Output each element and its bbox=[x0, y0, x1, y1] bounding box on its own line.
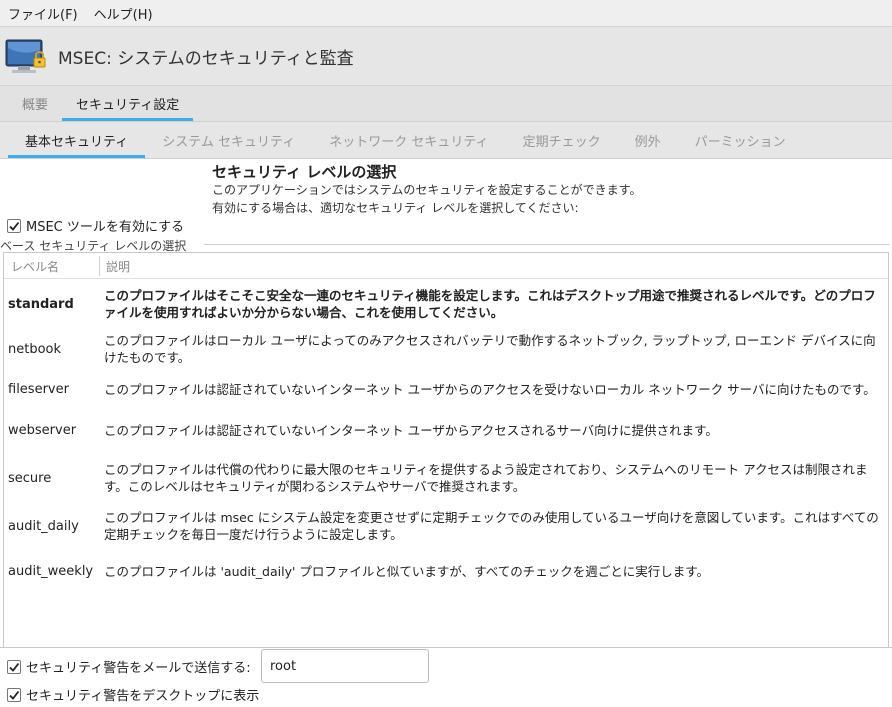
table-header: レベル名 説明 bbox=[4, 253, 888, 279]
section-description-2: 有効にする場合は、適切なセキュリティ レベルを選択してください: bbox=[212, 201, 579, 215]
column-divider bbox=[99, 256, 100, 276]
email-alert-row[interactable]: セキュリティ警告をメールで送信する: bbox=[7, 657, 251, 676]
level-description: このプロファイルは認証されていないインターネット ユーザからのアクセスを受けない… bbox=[104, 381, 876, 397]
level-name: audit_daily bbox=[8, 518, 79, 534]
level-description: このプロファイルはそこそこ安全な一連のセキュリティ機能を設定します。これはデスク… bbox=[104, 288, 876, 320]
enable-msec-row[interactable]: MSEC ツールを有効にする bbox=[7, 216, 184, 235]
sub-tabs: 基本セキュリティ システム セキュリティ ネットワーク セキュリティ 定期チェッ… bbox=[0, 122, 892, 159]
level-description: このプロファイルは認証されていないインターネット ユーザからアクセスされるサーバ… bbox=[104, 422, 718, 438]
level-description: このプロファイルは 'audit_daily' プロファイルと似ていますが、すべ… bbox=[104, 563, 710, 579]
group-divider bbox=[204, 244, 890, 245]
table-row-webserver[interactable]: webserver このプロファイルは認証されていないインターネット ユーザから… bbox=[4, 416, 888, 444]
column-header-description[interactable]: 説明 bbox=[106, 253, 130, 279]
table-row-secure[interactable]: secure このプロファイルは代償の代わりに最大限のセキュリティを提供するよう… bbox=[4, 460, 888, 496]
desktop-alert-row[interactable]: セキュリティ警告をデスクトップに表示 bbox=[7, 685, 259, 704]
check-icon bbox=[9, 662, 20, 672]
level-name: audit_weekly bbox=[8, 563, 94, 579]
tab-security-settings[interactable]: セキュリティ設定 bbox=[62, 86, 194, 121]
table-row-netbook[interactable]: netbook このプロファイルはローカル ユーザによってのみアクセスされバッテ… bbox=[4, 331, 888, 367]
level-name: webserver bbox=[8, 422, 77, 438]
main-tabs: 概要 セキュリティ設定 bbox=[0, 86, 892, 122]
section-description-1: このアプリケーションではシステムのセキュリティを設定することができます。 bbox=[212, 183, 642, 197]
email-recipient-input[interactable] bbox=[261, 649, 429, 683]
tab-system-security[interactable]: システム セキュリティ bbox=[145, 122, 312, 158]
check-icon bbox=[9, 221, 20, 231]
app-title: MSEC: システムのセキュリティと監査 bbox=[58, 48, 354, 69]
column-header-level-name[interactable]: レベル名 bbox=[11, 253, 59, 279]
level-table: レベル名 説明 standard このプロファイルはそこそこ安全な一連のセキュリ… bbox=[3, 252, 889, 648]
email-alert-label: セキュリティ警告をメールで送信する: bbox=[26, 661, 251, 676]
menubar: ファイル(F) ヘルプ(H) bbox=[0, 0, 892, 26]
email-alert-checkbox[interactable] bbox=[7, 659, 21, 674]
tab-network-security[interactable]: ネットワーク セキュリティ bbox=[312, 122, 505, 158]
menu-file[interactable]: ファイル(F) bbox=[8, 4, 78, 23]
enable-msec-checkbox[interactable] bbox=[7, 218, 21, 233]
tab-overview[interactable]: 概要 bbox=[8, 86, 62, 121]
level-description: このプロファイルは代償の代わりに最大限のセキュリティを提供するよう設定されており… bbox=[104, 462, 868, 494]
enable-msec-label: MSEC ツールを有効にする bbox=[26, 220, 185, 235]
level-name: fileserver bbox=[8, 381, 69, 397]
tab-basic-security[interactable]: 基本セキュリティ bbox=[8, 122, 146, 158]
level-description: このプロファイルは msec にシステム設定を変更させずに定期チェックでのみ使用… bbox=[104, 510, 879, 542]
section-heading: セキュリティ レベルの選択 bbox=[212, 163, 397, 181]
desktop-alert-label: セキュリティ警告をデスクトップに表示 bbox=[26, 689, 260, 704]
table-row-fileserver[interactable]: fileserver このプロファイルは認証されていないインターネット ユーザか… bbox=[4, 371, 888, 407]
level-name: netbook bbox=[8, 341, 62, 357]
bottom-divider bbox=[0, 647, 892, 648]
level-description: このプロファイルはローカル ユーザによってのみアクセスされバッテリで動作するネッ… bbox=[104, 333, 876, 365]
menu-help[interactable]: ヘルプ(H) bbox=[94, 4, 153, 23]
desktop-alert-checkbox[interactable] bbox=[7, 687, 21, 702]
check-icon bbox=[9, 690, 20, 700]
table-row-audit-daily[interactable]: audit_daily このプロファイルは msec にシステム設定を変更させず… bbox=[4, 508, 888, 544]
content-panel: セキュリティ レベルの選択 このアプリケーションではシステムのセキュリティを設定… bbox=[0, 159, 892, 707]
tab-periodic-checks[interactable]: 定期チェック bbox=[506, 122, 618, 158]
tab-exceptions[interactable]: 例外 bbox=[618, 122, 678, 158]
monitor-lock-icon bbox=[4, 36, 48, 76]
tab-permissions[interactable]: パーミッション bbox=[678, 122, 803, 158]
level-name: secure bbox=[8, 470, 52, 486]
table-row-standard[interactable]: standard このプロファイルはそこそこ安全な一連のセキュリティ機能を設定し… bbox=[4, 282, 888, 326]
table-row-audit-weekly[interactable]: audit_weekly このプロファイルは 'audit_daily' プロフ… bbox=[4, 557, 888, 585]
app-header: MSEC: システムのセキュリティと監査 bbox=[0, 26, 892, 86]
level-name: standard bbox=[8, 296, 74, 312]
